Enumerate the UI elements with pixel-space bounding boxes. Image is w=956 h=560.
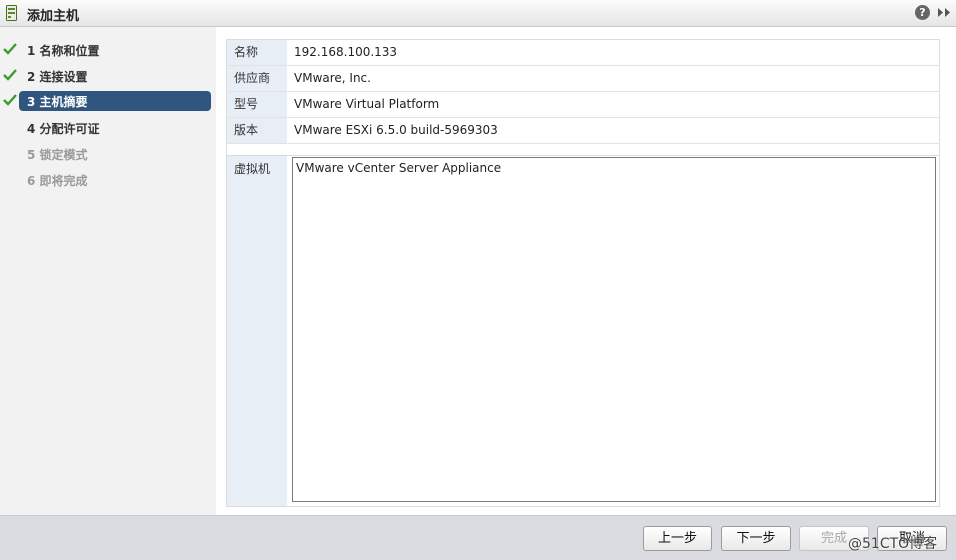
step-label: 3 主机摘要 [27, 95, 88, 109]
row-value: 192.168.100.133 [294, 45, 398, 59]
dialog-title: 添加主机 [27, 9, 80, 24]
summary-row-vendor: 供应商 VMware, Inc. [227, 66, 939, 92]
check-icon [3, 43, 17, 55]
step-label: 4 分配许可证 [27, 122, 100, 136]
summary-spacer [227, 144, 939, 156]
help-icon[interactable]: ? [915, 5, 930, 20]
check-icon [3, 94, 17, 106]
row-key: 型号 [227, 92, 287, 117]
host-summary-panel: 名称 192.168.100.133 供应商 VMware, Inc. 型号 V… [226, 39, 940, 507]
dialog-title-bar: 添加主机 ? [0, 0, 956, 27]
host-summary-content: 名称 192.168.100.133 供应商 VMware, Inc. 型号 V… [216, 27, 956, 515]
next-button[interactable]: 下一步 [721, 526, 791, 551]
row-value: VMware ESXi 6.5.0 build-5969303 [294, 123, 498, 137]
row-key: 版本 [227, 118, 287, 143]
host-icon [6, 5, 17, 21]
step-assign-license[interactable]: 4 分配许可证 [0, 118, 216, 138]
step-name-location[interactable]: 1 名称和位置 [0, 40, 216, 60]
step-ready-to-complete: 6 即将完成 [0, 170, 216, 190]
row-key: 虚拟机 [227, 156, 287, 506]
summary-row-version: 版本 VMware ESXi 6.5.0 build-5969303 [227, 118, 939, 144]
step-lockdown-mode: 5 锁定模式 [0, 144, 216, 164]
summary-row-name: 名称 192.168.100.133 [227, 40, 939, 66]
step-label: 2 连接设置 [27, 70, 88, 84]
dialog-footer: 上一步 下一步 完成 取消 [0, 515, 956, 560]
step-host-summary[interactable]: 3 主机摘要 [0, 91, 216, 111]
summary-row-vms: 虚拟机 VMware vCenter Server Appliance [227, 156, 939, 506]
row-key: 名称 [227, 40, 287, 65]
summary-row-model: 型号 VMware Virtual Platform [227, 92, 939, 118]
back-button[interactable]: 上一步 [643, 526, 712, 551]
check-icon [3, 69, 17, 81]
list-item[interactable]: VMware vCenter Server Appliance [296, 161, 501, 175]
expand-panel-icon[interactable] [937, 7, 951, 18]
step-label: 6 即将完成 [27, 174, 88, 188]
vm-list[interactable]: VMware vCenter Server Appliance [292, 157, 936, 502]
step-label: 5 锁定模式 [27, 148, 88, 162]
watermark: @51CTO博客 [848, 536, 938, 552]
row-value: VMware, Inc. [294, 71, 371, 85]
row-value: VMware Virtual Platform [294, 97, 440, 111]
step-label: 1 名称和位置 [27, 44, 100, 58]
step-connection-settings[interactable]: 2 连接设置 [0, 66, 216, 86]
row-key: 供应商 [227, 66, 287, 91]
wizard-steps: 1 名称和位置 2 连接设置 3 主机摘要 4 分配许可证 5 锁定模式 6 即… [0, 27, 216, 515]
